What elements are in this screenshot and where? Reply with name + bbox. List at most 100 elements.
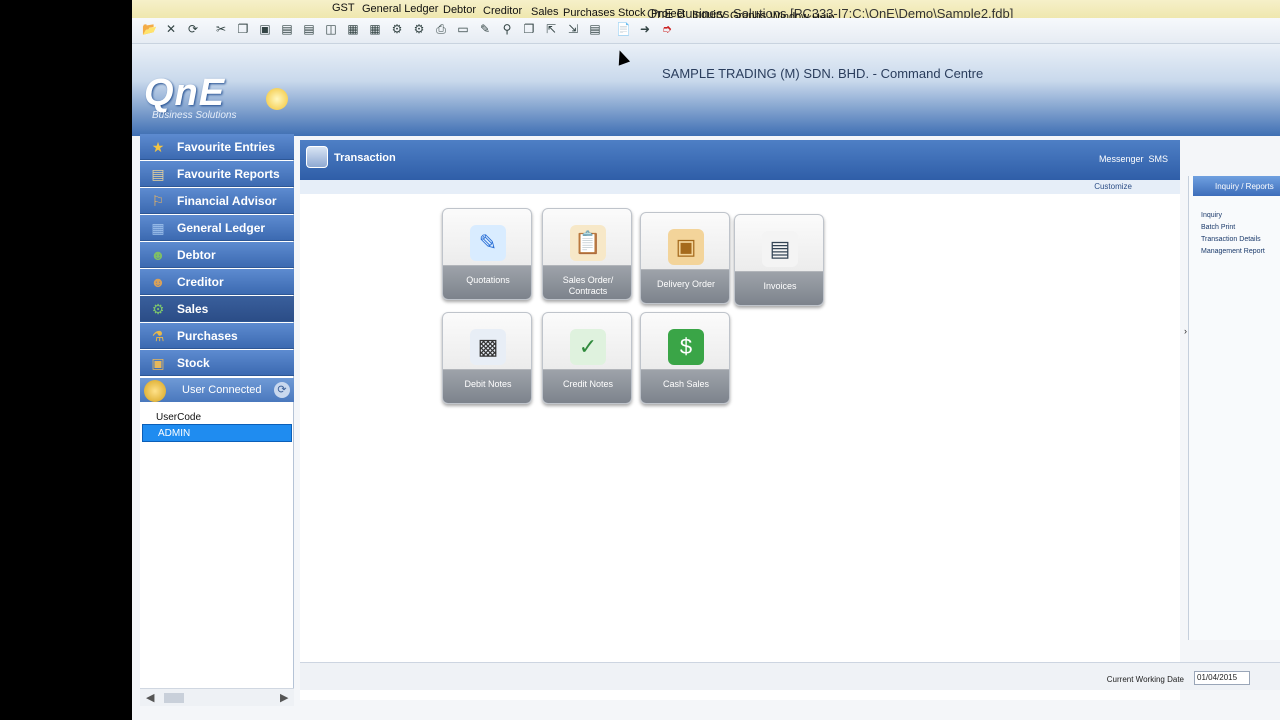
sidebar-item-purchases[interactable]: ⚗ Purchases bbox=[140, 323, 294, 349]
star-icon: ★ bbox=[151, 139, 165, 155]
document-icon[interactable]: 📄 bbox=[616, 22, 631, 36]
refresh-users-icon[interactable]: ⟳ bbox=[274, 382, 290, 398]
paste-icon[interactable]: ▣ bbox=[258, 22, 272, 36]
scroll-right-icon[interactable]: ▶ bbox=[280, 691, 288, 704]
ledger-icon: ▦ bbox=[151, 220, 165, 236]
sidebar-item-financial-advisor[interactable]: ⚐ Financial Advisor bbox=[140, 188, 294, 214]
calculator-icon[interactable]: ▦ bbox=[368, 22, 382, 36]
customize-link[interactable]: Customize bbox=[1094, 182, 1132, 191]
tile-label: Cash Sales bbox=[662, 379, 710, 389]
forward-icon[interactable]: ➜ bbox=[638, 22, 652, 36]
sidebar-item-favourite-entries[interactable]: ★ Favourite Entries bbox=[140, 134, 294, 160]
inquiry-reports-title: Inquiry / Reports bbox=[1215, 182, 1274, 191]
tile-invoices[interactable]: ▤ Invoices bbox=[734, 214, 824, 306]
tile-label: Quotations bbox=[466, 275, 510, 285]
sidebar-item-favourite-reports[interactable]: ▤ Favourite Reports bbox=[140, 161, 294, 187]
tile-horizontal-icon[interactable]: ▤ bbox=[302, 22, 316, 36]
tile-sales-order-contracts[interactable]: 📋 Sales Order/ Contracts bbox=[542, 208, 632, 300]
menu-purchases[interactable]: Purchases bbox=[563, 7, 615, 19]
tile-label: Invoices bbox=[763, 281, 797, 291]
find-icon[interactable]: ⚲ bbox=[500, 22, 514, 36]
exit-icon[interactable]: ➮ bbox=[660, 22, 674, 36]
tile-quotations[interactable]: ✎ Quotations bbox=[442, 208, 532, 300]
sidebar-item-debtor[interactable]: ☻ Debtor bbox=[140, 242, 294, 268]
tile-credit-notes[interactable]: ✓ Credit Notes bbox=[542, 312, 632, 404]
sales-icon: ⚙ bbox=[151, 301, 165, 317]
messenger-links: Messenger SMS bbox=[1099, 154, 1168, 164]
open-icon[interactable]: 📂 bbox=[142, 22, 157, 36]
tree-item-batch-print[interactable]: Batch Print bbox=[1201, 224, 1235, 231]
tree-item-inquiry[interactable]: Inquiry bbox=[1201, 212, 1222, 219]
messenger-link[interactable]: Messenger bbox=[1099, 154, 1144, 164]
edit-icon[interactable]: ✎ bbox=[478, 22, 492, 36]
copy-icon[interactable]: ❐ bbox=[236, 22, 250, 36]
logo-subtitle: Business Solutions bbox=[152, 110, 237, 121]
inquiry-reports-header: Inquiry / Reports bbox=[1193, 176, 1280, 196]
sidebar-item-creditor[interactable]: ☻ Creditor bbox=[140, 269, 294, 295]
print-icon[interactable]: ⎙ bbox=[434, 22, 448, 36]
sidebar-item-stock[interactable]: ▣ Stock bbox=[140, 350, 294, 376]
cascade-icon[interactable]: ▤ bbox=[280, 22, 294, 36]
sidebar-item-label: Sales bbox=[177, 302, 209, 316]
box-icon: ▣ bbox=[668, 229, 704, 265]
splitter-handle[interactable]: › bbox=[1184, 326, 1187, 336]
tile-label: Debit Notes bbox=[464, 379, 512, 389]
logo-text: QnE bbox=[144, 72, 226, 114]
advisor-icon: ⚐ bbox=[151, 193, 165, 209]
toolbar: 📂 ✕ ⟳ ✂ ❐ ▣ ▤ ▤ ◫ ▦ ▦ ⚙ ⚙ ⎙ ▭ ✎ ⚲ ❐ ⇱ ⇲ … bbox=[132, 18, 1280, 44]
cut-icon[interactable]: ✂ bbox=[214, 22, 228, 36]
sms-link[interactable]: SMS bbox=[1148, 154, 1168, 164]
app-root: QnE Business Solutions [PC333-I7:C:\QnE\… bbox=[0, 0, 1280, 720]
sidebar-item-sales[interactable]: ⚙ Sales bbox=[140, 296, 294, 322]
user-connected-title: User Connected bbox=[182, 384, 262, 396]
menu-debtor[interactable]: Debtor bbox=[443, 4, 476, 16]
transaction-panel: Transaction Messenger SMS Customize ✎ Quo… bbox=[300, 140, 1180, 700]
tile-debit-notes[interactable]: ▩ Debit Notes bbox=[442, 312, 532, 404]
sidebar-item-label: Debtor bbox=[177, 248, 216, 262]
export-icon[interactable]: ⇱ bbox=[544, 22, 558, 36]
scroll-thumb[interactable] bbox=[164, 693, 184, 703]
menu-sales[interactable]: Sales bbox=[531, 6, 559, 18]
preview-icon[interactable]: ▭ bbox=[456, 22, 470, 36]
working-date-field[interactable]: 01/04/2015 bbox=[1194, 671, 1250, 685]
app-header: QnE Business Solutions SAMPLE TRADING (M… bbox=[132, 44, 1280, 136]
tools-icon[interactable]: ⚙ bbox=[390, 22, 404, 36]
check-icon: ✓ bbox=[570, 329, 606, 365]
arrange-icon[interactable]: ▦ bbox=[346, 22, 360, 36]
refresh-icon[interactable]: ⟳ bbox=[186, 22, 200, 36]
sidebar-item-general-ledger[interactable]: ▦ General Ledger bbox=[140, 215, 294, 241]
sidebar-item-label: Stock bbox=[177, 356, 210, 370]
sidebar-item-label: Purchases bbox=[177, 329, 238, 343]
menu-gst[interactable]: GST bbox=[332, 2, 355, 14]
tile-vertical-icon[interactable]: ◫ bbox=[324, 22, 338, 36]
sidebar-item-label: General Ledger bbox=[177, 221, 266, 235]
debtor-icon: ☻ bbox=[150, 247, 166, 263]
transaction-icon bbox=[306, 146, 328, 168]
merge-icon[interactable]: ▤ bbox=[588, 22, 602, 36]
stock-icon: ▣ bbox=[151, 355, 165, 371]
tile-cash-sales[interactable]: $ Cash Sales bbox=[640, 312, 730, 404]
scroll-left-icon[interactable]: ◀ bbox=[146, 691, 154, 704]
main-window: QnE Business Solutions [PC333-I7:C:\QnE\… bbox=[132, 0, 1280, 720]
sidebar-horizontal-scrollbar[interactable]: ◀ ▶ bbox=[140, 688, 294, 706]
sidebar: ★ Favourite Entries ▤ Favourite Reports ⚐ Fin… bbox=[140, 134, 294, 694]
copy-doc-icon[interactable]: ❐ bbox=[522, 22, 536, 36]
tree-item-transaction-details[interactable]: Transaction Details bbox=[1201, 236, 1261, 243]
transaction-title: Transaction bbox=[334, 152, 396, 164]
user-row[interactable]: ADMIN bbox=[142, 424, 292, 442]
transaction-subheader: Customize bbox=[300, 180, 1180, 194]
sidebar-item-label: Favourite Entries bbox=[177, 140, 276, 154]
settings-icon[interactable]: ⚙ bbox=[412, 22, 426, 36]
pencil-icon: ✎ bbox=[470, 225, 506, 261]
import-icon[interactable]: ⇲ bbox=[566, 22, 580, 36]
tile-delivery-order[interactable]: ▣ Delivery Order bbox=[640, 212, 730, 304]
close-icon[interactable]: ✕ bbox=[164, 22, 178, 36]
tile-label: Credit Notes bbox=[562, 379, 614, 389]
tree-item-management-report[interactable]: Management Report bbox=[1201, 248, 1265, 255]
clipboard-icon: 📋 bbox=[570, 225, 606, 261]
sidebar-item-label: Financial Advisor bbox=[177, 194, 277, 208]
working-date-label: Current Working Date bbox=[1106, 675, 1184, 684]
status-bar: Current Working Date 01/04/2015 bbox=[300, 662, 1280, 690]
menu-general-ledger[interactable]: General Ledger bbox=[362, 3, 438, 15]
menu-creditor[interactable]: Creditor bbox=[483, 5, 522, 17]
